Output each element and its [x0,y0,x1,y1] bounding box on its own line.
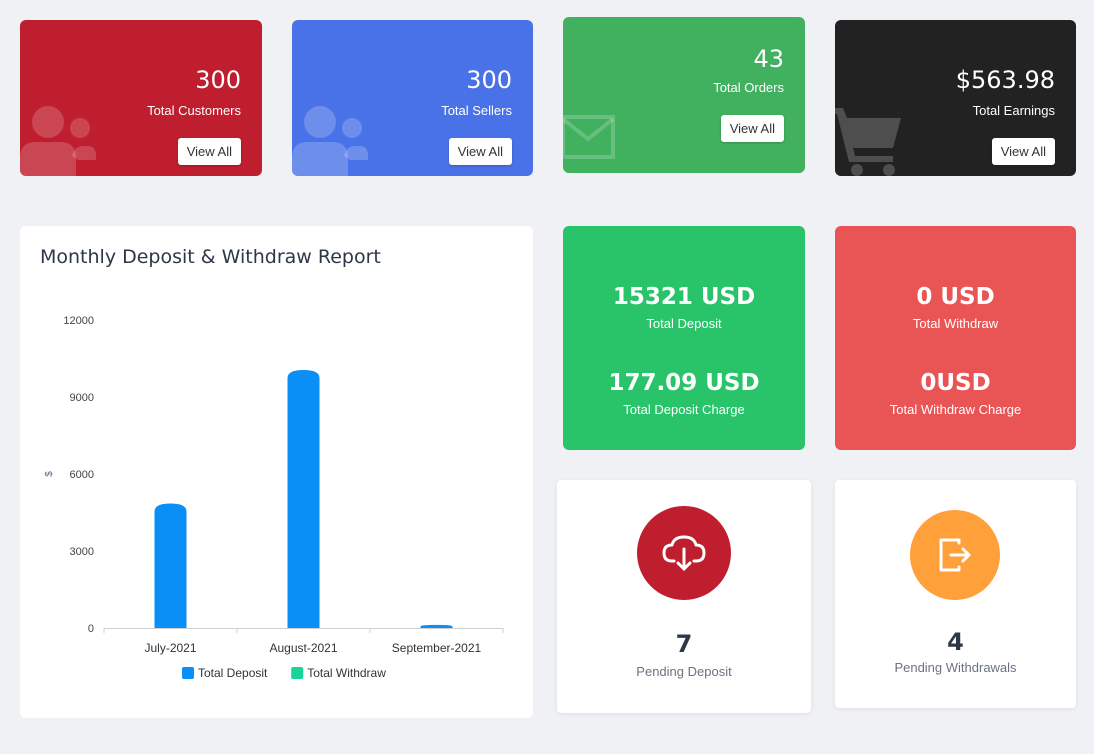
report-chart-card: Monthly Deposit & Withdraw Report 0 3000 6… [20,226,533,718]
earnings-value: $563.98 [955,66,1055,94]
customers-card: 300 Total Customers View All [20,20,262,176]
legend-label: Total Deposit [198,666,268,680]
pending-deposit-value: 7 [675,630,693,658]
earnings-card: $563.98 Total Earnings View All [835,20,1076,176]
envelope-icon [563,115,615,159]
users-icon [292,106,368,176]
bar-total-deposit [420,624,453,628]
withdraw-charge-value: 0USD [920,370,991,396]
bar-total-deposit [154,503,187,628]
orders-card: 43 Total Orders View All [563,17,805,173]
cart-icon [835,108,901,176]
users-icon [20,106,96,176]
pending-withdrawals-badge [910,510,1000,600]
bar-total-deposit [287,370,320,628]
pending-deposit-badge [637,506,731,600]
deposit-summary-card: 15321 USD Total Deposit 177.09 USD Total… [563,226,805,450]
earnings-label: Total Earnings [972,103,1055,118]
customers-value: 300 [195,66,241,94]
legend-swatch [182,667,194,679]
y-axis-label: $ [44,471,55,477]
customers-view-all-button[interactable]: View All [177,138,241,165]
sellers-view-all-button[interactable]: View All [448,138,512,165]
total-deposit-value: 15321 USD [612,284,756,310]
withdraw-charge-label: Total Withdraw Charge [889,402,1022,417]
orders-view-all-button[interactable]: View All [720,115,784,142]
y-tick-label: 12000 [63,315,94,327]
pending-withdrawals-card: 4 Pending Withdrawals [835,480,1076,708]
y-tick-label: 6000 [70,469,94,481]
legend-label: Total Withdraw [307,666,386,680]
sign-out-icon [939,538,971,572]
pending-deposit-card: 7 Pending Deposit [557,480,811,713]
x-tick-label: August-2021 [269,641,337,655]
deposit-charge-label: Total Deposit Charge [623,402,745,417]
deposit-charge-value: 177.09 USD [608,370,760,396]
total-deposit-label: Total Deposit [646,316,722,331]
y-tick-label: 3000 [70,546,94,558]
customers-label: Total Customers [147,103,241,118]
orders-value: 43 [753,45,784,73]
earnings-view-all-button[interactable]: View All [991,138,1055,165]
total-withdraw-label: Total Withdraw [912,316,999,331]
y-tick-label: 9000 [70,392,94,404]
total-withdraw-value: 0 USD [916,284,995,310]
cloud-download-icon [662,535,706,571]
pending-deposit-label: Pending Deposit [636,664,732,679]
sellers-label: Total Sellers [441,103,512,118]
x-tick-label: September-2021 [392,641,482,655]
y-tick-label: 0 [88,623,94,635]
legend-swatch [291,667,304,679]
sellers-value: 300 [466,66,512,94]
pending-withdrawals-label: Pending Withdrawals [894,660,1017,675]
deposit-withdraw-chart: 0 3000 6000 9000 12000 $ July-2021 August-2021 S… [44,315,504,680]
pending-withdrawals-value: 4 [947,628,964,656]
sellers-card: 300 Total Sellers View All [292,20,533,176]
orders-label: Total Orders [713,80,784,95]
withdraw-summary-card: 0 USD Total Withdraw 0USD Total Withdraw… [835,226,1076,450]
x-tick-label: July-2021 [144,641,196,655]
